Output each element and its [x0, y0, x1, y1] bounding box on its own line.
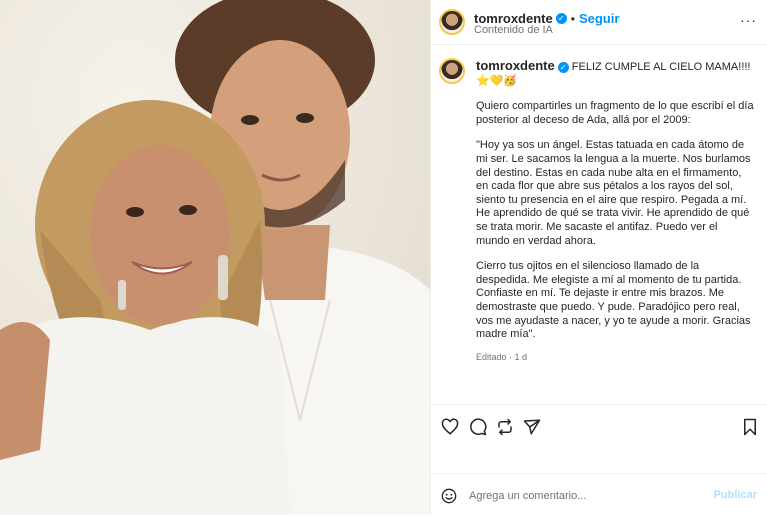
avatar[interactable] — [439, 9, 465, 35]
caption-paragraph: "Hoy ya sos un ángel. Estas tatuada en c… — [476, 139, 751, 247]
edited-timestamp: Editado · 1 d — [476, 351, 528, 362]
action-bar — [431, 404, 767, 449]
post-sidebar: tomroxdente ✓ • Seguir Contenido de IA ··· … — [430, 0, 767, 515]
comment-input[interactable] — [467, 485, 711, 507]
comment-bar: Publicar — [431, 473, 767, 516]
publish-button[interactable]: Publicar — [714, 489, 757, 501]
send-icon[interactable] — [523, 418, 541, 441]
comment-icon[interactable] — [469, 418, 487, 441]
bookmark-icon[interactable] — [743, 418, 757, 441]
instagram-post: tomroxdente ✓ • Seguir Contenido de IA ··· … — [0, 0, 767, 515]
verified-badge-icon: ✓ — [555, 13, 567, 25]
caption-paragraph: Cierro tus ojitos en el silencioso llama… — [476, 260, 751, 341]
emoji-icon[interactable] — [441, 488, 457, 509]
follow-button[interactable]: Seguir — [579, 11, 619, 26]
photo-illustration — [0, 0, 430, 515]
caption-head: tomroxdente ✓ FELIZ CUMPLE AL CIELO MAMA!… — [476, 59, 754, 88]
ai-content-label[interactable]: Contenido de IA — [474, 24, 553, 36]
post-photo[interactable] — [0, 0, 430, 515]
more-options-icon[interactable]: ··· — [740, 12, 757, 28]
repost-icon[interactable] — [496, 418, 514, 441]
verified-badge-icon: ✓ — [557, 61, 569, 73]
separator-dot: • — [570, 12, 575, 26]
caption-section: tomroxdente ✓ FELIZ CUMPLE AL CIELO MAMA!… — [431, 44, 767, 404]
caption-paragraph: Quiero compartirles un fragmento de lo q… — [476, 100, 754, 126]
heart-icon[interactable] — [441, 418, 459, 441]
caption-body: tomroxdente ✓ FELIZ CUMPLE AL CIELO MAMA!… — [476, 59, 754, 364]
post-header: tomroxdente ✓ • Seguir Contenido de IA ··· — [431, 0, 767, 45]
caption-avatar[interactable] — [439, 58, 465, 84]
caption-username[interactable]: tomroxdente — [476, 58, 555, 73]
